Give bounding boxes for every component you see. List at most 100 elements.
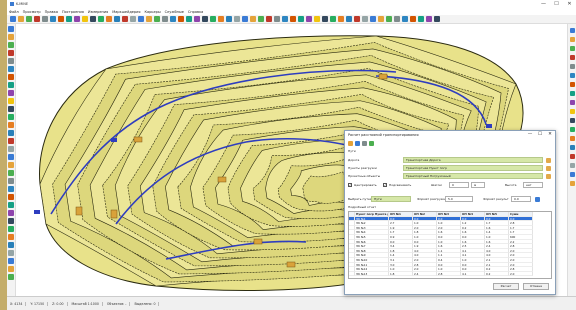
pick-unload-icon[interactable] [546, 165, 551, 171]
toolbar-tool-icon[interactable] [250, 16, 256, 22]
menu-pits[interactable]: Карьеры [145, 10, 161, 14]
toolbar-tool-icon[interactable] [202, 16, 208, 22]
toolbar-tool-icon[interactable] [266, 16, 272, 22]
road-field[interactable]: Транспортная Дорога [403, 157, 543, 163]
close-button[interactable]: ✕ [563, 0, 576, 8]
panel-icon[interactable] [569, 181, 575, 186]
toolbar-tool-icon[interactable] [10, 16, 16, 22]
result-format-select[interactable]: 0.0 [511, 196, 531, 202]
panel-icon[interactable] [569, 28, 575, 33]
objects-field[interactable]: Транспортный Погрузочный [403, 173, 543, 179]
tab-detailed-report[interactable]: Подробный отчет [348, 205, 376, 209]
panel-icon[interactable] [569, 118, 575, 123]
toolbar-tool-icon[interactable] [346, 16, 352, 22]
panel-icon[interactable] [569, 145, 575, 150]
left-tool-icon[interactable] [8, 266, 14, 272]
run-preview-icon[interactable] [535, 196, 540, 202]
left-tool-icon[interactable] [8, 138, 14, 144]
toolbar-tool-icon[interactable] [354, 16, 360, 22]
menu-edit[interactable]: Правка [45, 10, 58, 14]
toolbar-tool-icon[interactable] [418, 16, 424, 22]
left-tool-icon[interactable] [8, 162, 14, 168]
toolbar-tool-icon[interactable] [306, 16, 312, 22]
left-tool-icon[interactable] [8, 98, 14, 104]
left-tool-icon[interactable] [8, 42, 14, 48]
toolbar-tool-icon[interactable] [90, 16, 96, 22]
toolbar-tool-icon[interactable] [186, 16, 192, 22]
left-tool-icon[interactable] [8, 258, 14, 264]
toolbar-tool-icon[interactable] [402, 16, 408, 22]
panel-icon[interactable] [569, 82, 575, 87]
toolbar-tool-icon[interactable] [362, 16, 368, 22]
panel-icon[interactable] [569, 109, 575, 114]
toolbar-tool-icon[interactable] [50, 16, 56, 22]
dialog-minimize-button[interactable]: — [525, 131, 535, 139]
toolbar-tool-icon[interactable] [298, 16, 304, 22]
toolbar-tool-icon[interactable] [138, 16, 144, 22]
panel-icon[interactable] [569, 64, 575, 69]
panel-icon[interactable] [569, 127, 575, 132]
toolbar-tool-icon[interactable] [426, 16, 432, 22]
toolbar-tool-icon[interactable] [34, 16, 40, 22]
dialog-close-button[interactable]: ✕ [545, 131, 555, 139]
left-tool-icon[interactable] [8, 58, 14, 64]
left-tool-icon[interactable] [8, 178, 14, 184]
height-select[interactable]: нет [523, 182, 543, 188]
toolbar-tool-icon[interactable] [258, 16, 264, 22]
settings-icon[interactable] [369, 140, 374, 146]
highlight-checkbox[interactable]: ✓ [383, 183, 387, 187]
load-format-select[interactable]: 5.0 [445, 196, 473, 202]
toolbar-tool-icon[interactable] [18, 16, 24, 22]
left-tool-icon[interactable] [8, 194, 14, 200]
toolbar-tool-icon[interactable] [314, 16, 320, 22]
unloading-point-icon[interactable] [486, 124, 492, 128]
toolbar-tool-icon[interactable] [66, 16, 72, 22]
toolbar-tool-icon[interactable] [370, 16, 376, 22]
toolbar-tool-icon[interactable] [98, 16, 104, 22]
left-tool-icon[interactable] [8, 90, 14, 96]
left-tool-icon[interactable] [8, 234, 14, 240]
left-tool-icon[interactable] [8, 82, 14, 88]
toolbar-tool-icon[interactable] [282, 16, 288, 22]
toolbar-tool-icon[interactable] [338, 16, 344, 22]
toolbar-tool-icon[interactable] [242, 16, 248, 22]
toolbar-tool-icon[interactable] [394, 16, 400, 22]
left-tool-icon[interactable] [8, 122, 14, 128]
step-unit-select[interactable]: м [471, 182, 485, 188]
menu-file[interactable]: Файл [9, 10, 19, 14]
toolbar-tool-icon[interactable] [378, 16, 384, 22]
excavator-icon[interactable] [217, 176, 227, 183]
toolbar-tool-icon[interactable] [274, 16, 280, 22]
left-tool-icon[interactable] [8, 226, 14, 232]
toolbar-tool-icon[interactable] [130, 16, 136, 22]
panel-icon[interactable] [569, 37, 575, 42]
toolbar-tool-icon[interactable] [42, 16, 48, 22]
panel-icon[interactable] [569, 136, 575, 141]
toolbar-tool-icon[interactable] [106, 16, 112, 22]
panel-icon[interactable] [569, 100, 575, 105]
step-input[interactable]: 0 [449, 182, 469, 188]
minimize-button[interactable]: — [537, 0, 550, 8]
center-checkbox[interactable]: ✓ [348, 183, 352, 187]
left-tool-icon[interactable] [8, 66, 14, 72]
toolbar-tool-icon[interactable] [386, 16, 392, 22]
calculate-button[interactable]: Расчет [493, 283, 519, 290]
left-tool-icon[interactable] [8, 242, 14, 248]
toolbar-tool-icon[interactable] [170, 16, 176, 22]
panel-icon[interactable] [569, 55, 575, 60]
open-icon[interactable] [348, 140, 353, 146]
toolbar-tool-icon[interactable] [74, 16, 80, 22]
left-tool-icon[interactable] [8, 218, 14, 224]
toolbar-tool-icon[interactable] [82, 16, 88, 22]
dialog-maximize-button[interactable]: ☐ [535, 131, 545, 139]
toolbar-tool-icon[interactable] [330, 16, 336, 22]
panel-icon[interactable] [569, 172, 575, 177]
left-tool-icon[interactable] [8, 210, 14, 216]
toolbar-tool-icon[interactable] [290, 16, 296, 22]
menu-measure[interactable]: Измерения [88, 10, 108, 14]
excavator-icon[interactable] [133, 136, 143, 143]
maximize-button[interactable]: ☐ [550, 0, 563, 8]
toolbar-tool-icon[interactable] [114, 16, 120, 22]
toolbar-tool-icon[interactable] [234, 16, 240, 22]
toolbar-tool-icon[interactable] [218, 16, 224, 22]
